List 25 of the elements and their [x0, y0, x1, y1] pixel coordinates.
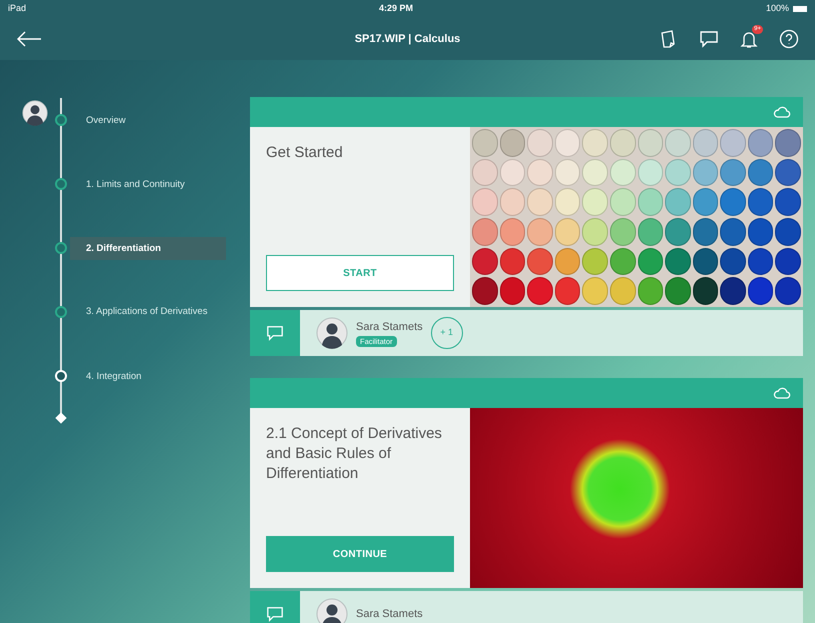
timeline-item[interactable]: 4. Integration [84, 364, 224, 388]
device-label: iPad [8, 2, 26, 16]
cloud-icon [773, 106, 791, 118]
avatar-icon [316, 317, 348, 349]
card-title: Get Started [266, 143, 344, 163]
battery-icon [793, 6, 807, 12]
cloud-icon [773, 387, 791, 399]
card-title: 2.1 Concept of Derivatives and Basic Rules of Differentiation [266, 424, 443, 484]
timeline-end-marker [55, 412, 67, 424]
clock-text: 4:29 PM [378, 2, 413, 16]
page-title: SP17.WIP | Calculus [354, 32, 460, 47]
person-name: Sara Stamets [356, 320, 423, 336]
card-action-button[interactable]: START [266, 255, 454, 291]
avatar-icon [316, 598, 348, 623]
card-action-button[interactable]: CONTINUE [266, 536, 454, 572]
avatar-icon [22, 100, 48, 126]
timeline-item[interactable]: 2. Differentiation [70, 236, 226, 260]
timeline-item[interactable]: 3. Applications of Derivatives [84, 300, 224, 323]
help-icon[interactable] [779, 29, 799, 49]
battery-text: 100% [766, 2, 789, 16]
person-name: Sara Stamets [356, 606, 423, 622]
back-arrow-icon[interactable] [16, 31, 42, 47]
chat-icon[interactable] [699, 29, 719, 49]
timeline-item[interactable]: 1. Limits and Continuity [84, 172, 224, 196]
timeline-item[interactable]: Overview [84, 108, 224, 132]
